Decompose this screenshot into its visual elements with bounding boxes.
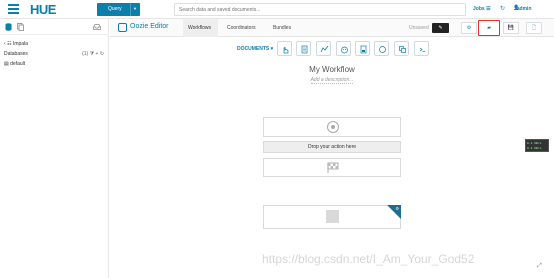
hive-icon [341, 46, 348, 54]
new-file-icon: 🗋 [531, 25, 537, 31]
tab-bundles[interactable]: Bundles [273, 19, 303, 37]
tab-coordinators-label: Coordinators [227, 25, 256, 31]
tab-coordinators[interactable]: Coordinators [227, 19, 267, 37]
network-speed-down: 0.1 KB/s [527, 147, 542, 150]
action-copy[interactable] [394, 41, 409, 56]
database-item[interactable]: ▤ default [4, 61, 25, 67]
inbox-icon[interactable] [93, 24, 101, 30]
databases-label: Databases [4, 51, 28, 57]
source-selector[interactable]: ‹ ☷ Impala [4, 41, 28, 47]
database-icon[interactable] [5, 23, 12, 31]
flag-icon [327, 162, 339, 173]
editor-header: Oozie Editor Workflows Coordinators Bund… [110, 19, 554, 37]
chevron-left-icon[interactable]: ‹ [4, 41, 6, 47]
search-input[interactable] [174, 3, 466, 16]
action-pig[interactable] [316, 41, 331, 56]
database-item-icon: ▤ [4, 61, 9, 67]
file-text-icon [301, 45, 308, 54]
table-list-icon: ☷ [7, 41, 12, 47]
workflow-description[interactable]: Add a description... [282, 77, 382, 84]
user-label: admin [516, 6, 532, 12]
caret-down-icon: ▾ [270, 46, 274, 52]
circle-arrow-icon [379, 46, 386, 53]
documents-dropdown[interactable]: DOCUMENTS ▾ [237, 46, 273, 52]
watermark: https://blog.csdn.net/I_Am_Your_God52 [262, 252, 475, 266]
refresh-icon[interactable]: ↻ [500, 5, 505, 12]
source-label: Impala [12, 41, 28, 47]
workflow-name[interactable]: My Workflow [282, 65, 382, 74]
start-circle-icon [327, 121, 339, 133]
query-button-divider [130, 3, 131, 16]
gear-icon[interactable]: ⚙ [395, 206, 399, 211]
action-drop-zone[interactable]: Drop your action here [263, 141, 401, 153]
tab-bundles-label: Bundles [273, 25, 292, 31]
pencil-icon: ✎ [438, 25, 443, 31]
description-placeholder: Add a description... [310, 77, 354, 84]
action-spark[interactable] [374, 41, 389, 56]
fullscreen-icon[interactable]: ⤢ [537, 263, 542, 270]
menu-icon[interactable] [8, 4, 19, 14]
open-folder-button[interactable]: ▰ [478, 20, 500, 36]
save-icon: 💾 [507, 25, 515, 31]
tab-workflows[interactable]: Workflows [183, 19, 218, 37]
jobs-link[interactable]: Jobs ☰ [473, 6, 491, 12]
jobs-label: Jobs [473, 6, 485, 12]
oozie-icon [118, 23, 127, 32]
left-assist-panel: ‹ ☷ Impala Databases (1) ⧩ + ↻ ▤ default [0, 19, 109, 278]
network-speed-widget: 0.1 KB/s 0.1 KB/s [525, 139, 549, 152]
assist-tabs [0, 19, 109, 35]
kill-node[interactable]: ⚙ [263, 205, 401, 229]
edit-button[interactable]: ✎ [432, 23, 449, 33]
pig-icon [320, 45, 329, 53]
filter-icon[interactable]: ⧩ [90, 51, 94, 57]
documents-label: DOCUMENTS [237, 46, 270, 52]
save-status: Unsaved [409, 25, 429, 31]
tab-workflows-label: Workflows [188, 25, 211, 31]
start-node[interactable] [263, 117, 401, 137]
action-shell[interactable] [414, 41, 429, 56]
database-item-label: default [10, 61, 26, 67]
list-icon: ☰ [486, 6, 491, 12]
editor-title[interactable]: Oozie Editor [130, 23, 169, 30]
hue-logo[interactable]: HUE [30, 2, 56, 17]
new-document-button[interactable]: 🗋 [526, 22, 542, 34]
save-button[interactable]: 💾 [503, 22, 519, 34]
file-icon [360, 45, 367, 54]
caret-down-icon[interactable]: ▼ [133, 6, 137, 11]
refresh-icon[interactable]: ↻ [100, 51, 104, 57]
databases-header: Databases (1) ⧩ + ↻ [4, 51, 106, 57]
gear-icon: ⚙ [466, 25, 472, 31]
query-button-label: Query [108, 6, 122, 12]
documents-icon[interactable] [17, 23, 24, 31]
action-file[interactable] [355, 41, 370, 56]
hand-pointer-icon [283, 46, 289, 54]
end-node[interactable] [263, 158, 401, 177]
settings-button[interactable]: ⚙ [461, 22, 477, 34]
copy-icon [399, 46, 406, 53]
terminal-icon [419, 47, 425, 52]
query-button[interactable]: Query ▼ [97, 3, 140, 16]
stop-square-icon [326, 210, 339, 223]
action-document[interactable] [296, 41, 311, 56]
action-hand-drag[interactable] [277, 41, 292, 56]
folder-open-icon: ▰ [487, 25, 491, 31]
user-menu[interactable]: admin [514, 6, 532, 12]
top-navbar: HUE Query ▼ Jobs ☰ ↻ 👤 admin [0, 0, 554, 19]
action-hive[interactable] [336, 41, 351, 56]
databases-count: (1) [82, 51, 89, 57]
databases-controls: (1) ⧩ + ↻ [82, 51, 104, 57]
add-icon[interactable]: + [95, 51, 98, 57]
